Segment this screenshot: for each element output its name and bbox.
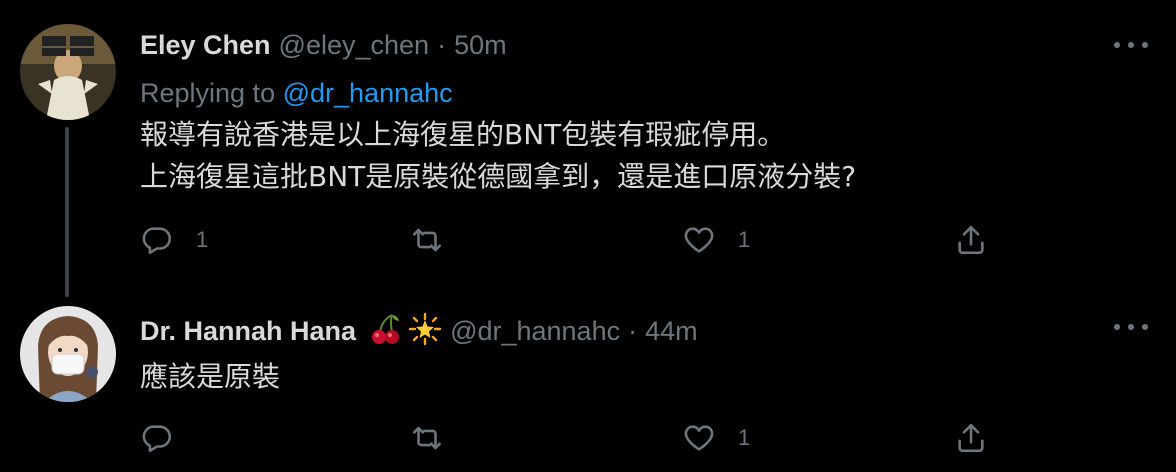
replying-to: Replying to @dr_hannahc bbox=[140, 78, 453, 109]
tweet-text-line: 報導有說香港是以上海復星的BNT包裝有瑕疵停用。 bbox=[140, 118, 786, 151]
more-icon[interactable] bbox=[1114, 40, 1148, 50]
reply-icon bbox=[142, 425, 172, 453]
display-name[interactable]: Eley Chen bbox=[140, 30, 271, 61]
tweet-text-line: 應該是原裝 bbox=[140, 360, 281, 393]
heart-icon bbox=[684, 425, 714, 451]
tweet-header: Dr. Hannah Hana @dr_hannahc · 44m bbox=[140, 312, 698, 351]
share-icon bbox=[958, 423, 984, 453]
retweet-button[interactable] bbox=[410, 220, 466, 260]
tweet-text: 應該是原裝 bbox=[140, 356, 280, 398]
heart-icon bbox=[684, 227, 714, 253]
mention-link[interactable]: @dr_hannahc bbox=[283, 78, 453, 108]
share-button[interactable] bbox=[954, 220, 988, 260]
share-button[interactable] bbox=[954, 418, 988, 458]
reply-count: 1 bbox=[196, 227, 209, 252]
handle[interactable]: @eley_chen bbox=[279, 30, 430, 61]
retweet-icon bbox=[412, 228, 442, 252]
tweet-header: Eley Chen @eley_chen · 50m bbox=[140, 30, 507, 61]
replying-prefix: Replying to bbox=[140, 78, 276, 108]
reply-button[interactable]: 1 bbox=[140, 220, 208, 260]
avatar[interactable] bbox=[20, 306, 116, 402]
like-button[interactable]: 1 bbox=[682, 220, 750, 260]
action-bar: 1 1 bbox=[140, 220, 1000, 260]
retweet-button[interactable] bbox=[410, 418, 466, 458]
timestamp[interactable]: 50m bbox=[454, 30, 507, 61]
like-count: 1 bbox=[738, 425, 751, 450]
retweet-icon bbox=[412, 426, 442, 450]
avatar[interactable] bbox=[20, 24, 116, 120]
tweet-1[interactable]: Eley Chen @eley_chen · 50m Replying to @… bbox=[0, 0, 1176, 297]
share-icon bbox=[958, 225, 984, 255]
display-name[interactable]: Dr. Hannah Hana bbox=[140, 316, 356, 347]
tweet-2[interactable]: Dr. Hannah Hana @dr_hannahc · 44m 應該是原裝 … bbox=[0, 290, 1176, 472]
reply-button[interactable] bbox=[140, 418, 196, 458]
reply-icon bbox=[142, 227, 172, 255]
action-bar: 1 bbox=[140, 418, 1000, 458]
like-count: 1 bbox=[738, 227, 751, 252]
tweet-text-line: 上海復星這批BNT是原裝從德國拿到，還是進口原液分裝? bbox=[140, 160, 857, 193]
timestamp[interactable]: 44m bbox=[645, 316, 698, 347]
tweet-text: 報導有說香港是以上海復星的BNT包裝有瑕疵停用。 上海復星這批BNT是原裝從德國… bbox=[140, 114, 856, 198]
separator: · bbox=[437, 30, 447, 60]
more-icon[interactable] bbox=[1114, 322, 1148, 332]
glowing-star-icon bbox=[408, 312, 442, 351]
thread-line bbox=[65, 127, 69, 297]
like-button[interactable]: 1 bbox=[682, 418, 750, 458]
separator: · bbox=[628, 316, 638, 346]
handle[interactable]: @dr_hannahc bbox=[450, 316, 620, 347]
cherries-icon bbox=[368, 312, 402, 351]
